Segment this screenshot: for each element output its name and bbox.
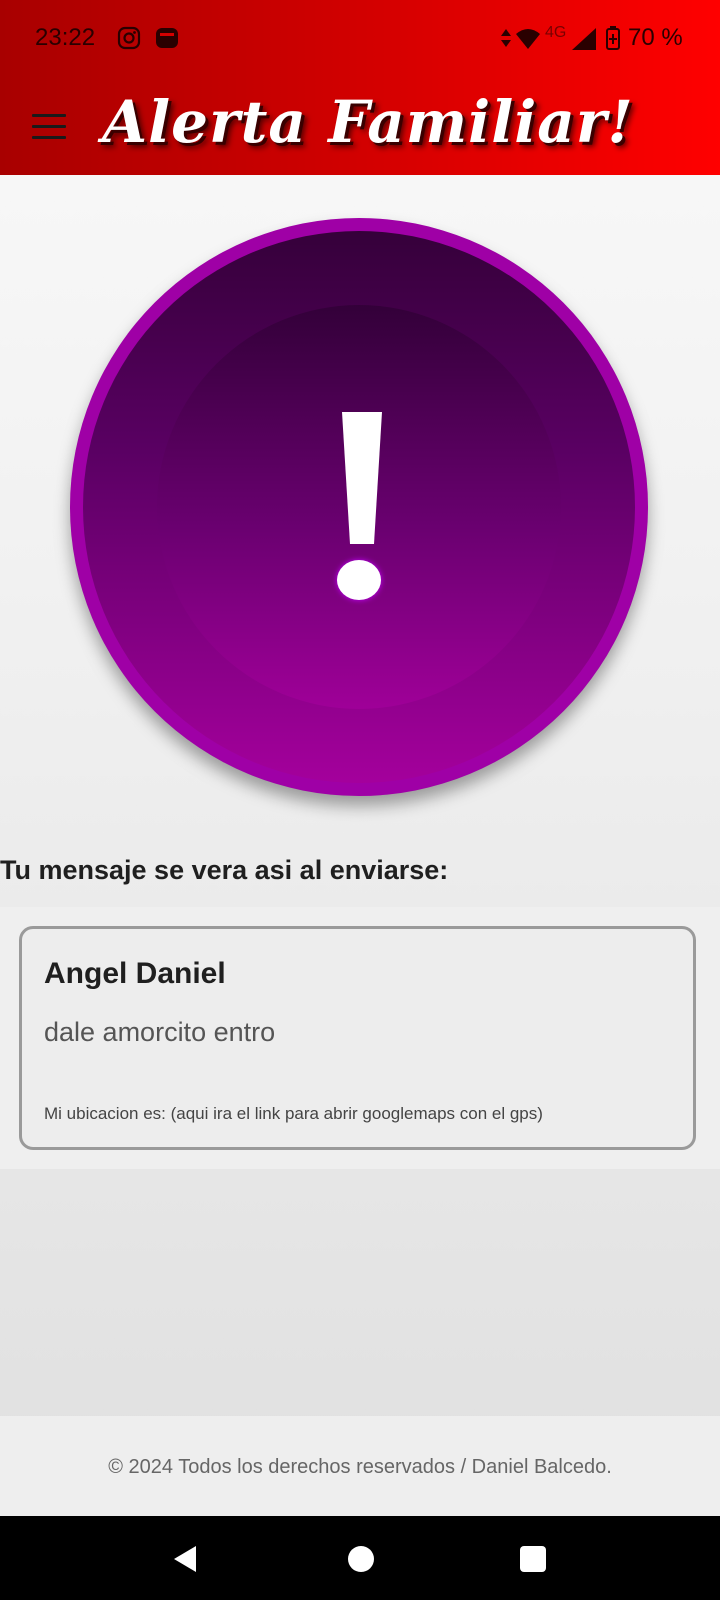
copyright-text: © 2024 Todos los derechos reservados / D… [108, 1456, 612, 1478]
back-icon[interactable] [172, 1544, 198, 1574]
message-preview-card: Angel Daniel dale amorcito entro Mi ubic… [19, 926, 696, 1150]
status-bar: 23:22 4G 70 % [0, 0, 720, 78]
signal-icon [572, 28, 596, 50]
wifi-icon [516, 29, 540, 49]
home-icon[interactable] [348, 1546, 374, 1572]
data-activity-icon [501, 29, 511, 47]
message-text: dale amorcito entro [44, 1017, 276, 1047]
exclamation-dot [337, 560, 381, 600]
recents-icon[interactable] [520, 1546, 546, 1572]
app-title: Alerta Familiar! [102, 88, 634, 156]
network-type-label: 4G [545, 24, 567, 41]
location-text: Mi ubicacion es: (aqui ira el link para … [44, 1104, 543, 1123]
sender-name: Angel Daniel [44, 957, 226, 990]
app-header: 23:22 4G 70 % Alerta Familiar! [0, 0, 720, 175]
battery-icon [606, 26, 620, 50]
status-time: 23:22 [35, 24, 96, 51]
footer: © 2024 Todos los derechos reservados / D… [0, 1416, 720, 1516]
alert-button[interactable] [70, 218, 648, 796]
ad-app-icon [156, 28, 178, 48]
battery-percentage: 70 % [628, 24, 683, 51]
preview-heading: Tu mensaje se vera asi al enviarse: [0, 855, 449, 885]
system-nav-bar [0, 1516, 720, 1600]
instagram-icon [117, 26, 141, 50]
